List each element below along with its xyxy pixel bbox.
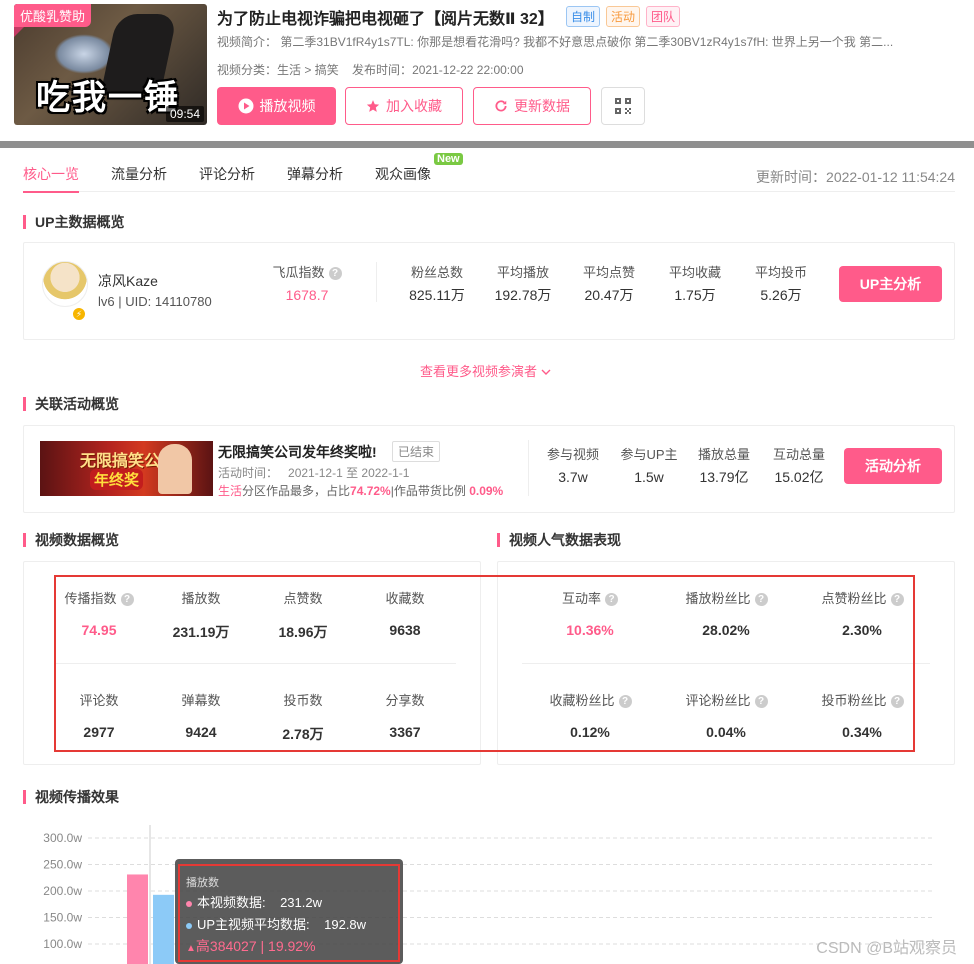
header-divider (0, 141, 974, 148)
activity-banner[interactable]: 无限搞笑公司 年终奖 (40, 441, 213, 496)
video-description: 视频简介： 第二季31BV1fR4y1s7TL: 你那是想看花滑吗? 我都不好意… (217, 33, 893, 50)
activity-info: 生活分区作品最多，占比74.72%|作品带货比例 0.09% (218, 482, 503, 499)
feigua-label-text: 飞瓜指数 (272, 265, 325, 280)
avatar[interactable] (42, 261, 88, 307)
tooltip-highlight-box (178, 864, 400, 962)
tag-team: 团队 (646, 6, 681, 27)
sponsor-badge: 优酸乳赞助 (14, 4, 92, 37)
y-tick-label: 300.0w (43, 831, 82, 845)
activity-info-text-2: |作品带货比例 (390, 484, 466, 498)
activity-share-pct: 74.72% (350, 484, 391, 498)
tab-overview[interactable]: 核心一览 (23, 164, 79, 193)
highlight-box (54, 575, 915, 752)
help-icon[interactable]: ? (328, 267, 342, 281)
thumbnail-caption: 吃我一锤 (36, 79, 180, 117)
act-stat-value-interact: 15.02亿 (774, 469, 824, 485)
up-section-title: UP主数据概览 (23, 215, 124, 229)
up-analysis-button[interactable]: UP主分析 (839, 266, 942, 302)
qrcode-button[interactable] (601, 87, 645, 125)
tab-traffic[interactable]: 流量分析 (111, 164, 167, 184)
publish-label: 发布时间： (352, 63, 413, 77)
qrcode-icon (615, 98, 631, 114)
tab-danmaku[interactable]: 弹幕分析 (287, 164, 343, 184)
video-duration: 09:54 (165, 106, 204, 122)
video-title[interactable]: 为了防止电视诈骗把电视砸了【阅片无数Ⅱ 32】 (217, 5, 554, 29)
tag-original: 自制 (566, 6, 601, 27)
video-thumbnail[interactable]: 优酸乳赞助 吃我一锤 09:54 (14, 4, 207, 125)
act-stat-label-plays: 播放总量 (697, 447, 750, 462)
stat-value-avg-play: 192.78万 (494, 287, 552, 303)
stat-label-fans: 粉丝总数 (410, 265, 463, 280)
bar-video[interactable] (127, 874, 148, 964)
refresh-data-button[interactable]: 更新数据 (473, 87, 591, 125)
y-tick-label: 250.0w (43, 858, 82, 872)
stat-value-fans: 825.11万 (409, 287, 465, 303)
up-uid: lv6 | UID: 14110780 (98, 294, 212, 309)
refresh-data-label: 更新数据 (514, 98, 570, 114)
tab-audience[interactable]: 观众画像 (375, 164, 431, 184)
stat-label-avg-play: 平均播放 (496, 265, 549, 280)
stat-value-avg-like: 20.47万 (584, 287, 634, 303)
banner-figure (158, 444, 192, 494)
act-stat-value-ups: 1.5w (634, 469, 664, 485)
activity-analysis-button[interactable]: 活动分析 (844, 448, 942, 484)
stat-label-avg-fav: 平均收藏 (668, 265, 721, 280)
activity-time-label: 活动时间： (218, 466, 279, 480)
y-tick-label: 150.0w (43, 911, 82, 925)
video-data-title: 视频数据概览 (23, 533, 119, 547)
bar-up-average[interactable] (153, 894, 174, 964)
desc-label: 视频简介： (217, 35, 278, 49)
new-badge: New (434, 153, 463, 165)
category-label: 视频分类： (217, 63, 278, 77)
category-value: 生活 > 搞笑 (277, 63, 339, 77)
video-header: 优酸乳赞助 吃我一锤 09:54 为了防止电视诈骗把电视砸了【阅片无数Ⅱ 32】… (0, 0, 974, 141)
more-performers-label: 查看更多视频参演者 (420, 364, 538, 379)
play-video-label: 播放视频 (259, 98, 316, 114)
spread-title: 视频传播效果 (23, 790, 119, 804)
feigua-value: 1678.7 (285, 287, 329, 303)
add-favorite-button[interactable]: 加入收藏 (345, 87, 463, 125)
y-tick-label: 200.0w (43, 884, 82, 898)
act-stat-label-interact: 互动总量 (772, 447, 825, 462)
activity-section-title: 关联活动概览 (23, 397, 119, 411)
act-stat-value-plays: 13.79亿 (699, 469, 749, 485)
activity-time-value: 2021-12-1 至 2022-1-1 (288, 466, 410, 480)
activity-status-badge: 已结束 (392, 441, 441, 462)
play-video-button[interactable]: 播放视频 (217, 87, 336, 125)
desc-text: 第二季31BV1fR4y1s7TL: 你那是想看花滑吗? 我都不好意思点破你 第… (280, 35, 894, 49)
y-tick-label: 100.0w (43, 937, 82, 951)
video-meta: 视频分类：生活 > 搞笑 发布时间：2021-12-22 22:00:00 (217, 61, 524, 78)
stat-value-avg-fav: 1.75万 (674, 287, 716, 303)
feigua-label: 飞瓜指数? (262, 262, 352, 281)
publish-time: 2021-12-22 22:00:00 (412, 63, 524, 77)
act-stat-label-ups: 参与UP主 (620, 447, 678, 462)
update-time: 更新时间：2022-01-12 11:54:24 (756, 169, 955, 185)
up-name[interactable]: 凉风Kaze (98, 271, 158, 291)
chevron-down-icon (541, 369, 551, 375)
stat-label-avg-like: 平均点赞 (582, 265, 635, 280)
stat-value-avg-coin: 5.26万 (760, 287, 802, 303)
activity-divider (528, 440, 529, 496)
popularity-title: 视频人气数据表现 (497, 533, 621, 547)
activity-sales-pct: 0.09% (469, 484, 504, 498)
activity-title[interactable]: 无限搞笑公司发年终奖啦! (218, 442, 377, 462)
activity-category: 生活 (218, 484, 243, 498)
tag-activity: 活动 (606, 6, 641, 27)
act-stat-value-videos: 3.7w (558, 469, 588, 485)
more-performers-link[interactable]: 查看更多视频参演者 (420, 361, 551, 380)
banner-subtitle: 年终奖 (90, 469, 144, 490)
lightning-icon: ⚡ (71, 306, 87, 322)
play-icon (238, 98, 253, 114)
watermark: CSDN @B站观察员 (816, 940, 957, 957)
add-favorite-label: 加入收藏 (386, 98, 442, 114)
star-icon (366, 100, 380, 112)
act-stat-label-videos: 参与视频 (546, 447, 599, 462)
up-divider (376, 262, 377, 302)
refresh-icon (495, 100, 507, 112)
tab-comments[interactable]: 评论分析 (199, 164, 255, 184)
activity-info-text: 分区作品最多，占比 (242, 484, 351, 498)
stat-label-avg-coin: 平均投币 (754, 265, 807, 280)
activity-time: 活动时间： 2021-12-1 至 2022-1-1 (218, 464, 409, 481)
